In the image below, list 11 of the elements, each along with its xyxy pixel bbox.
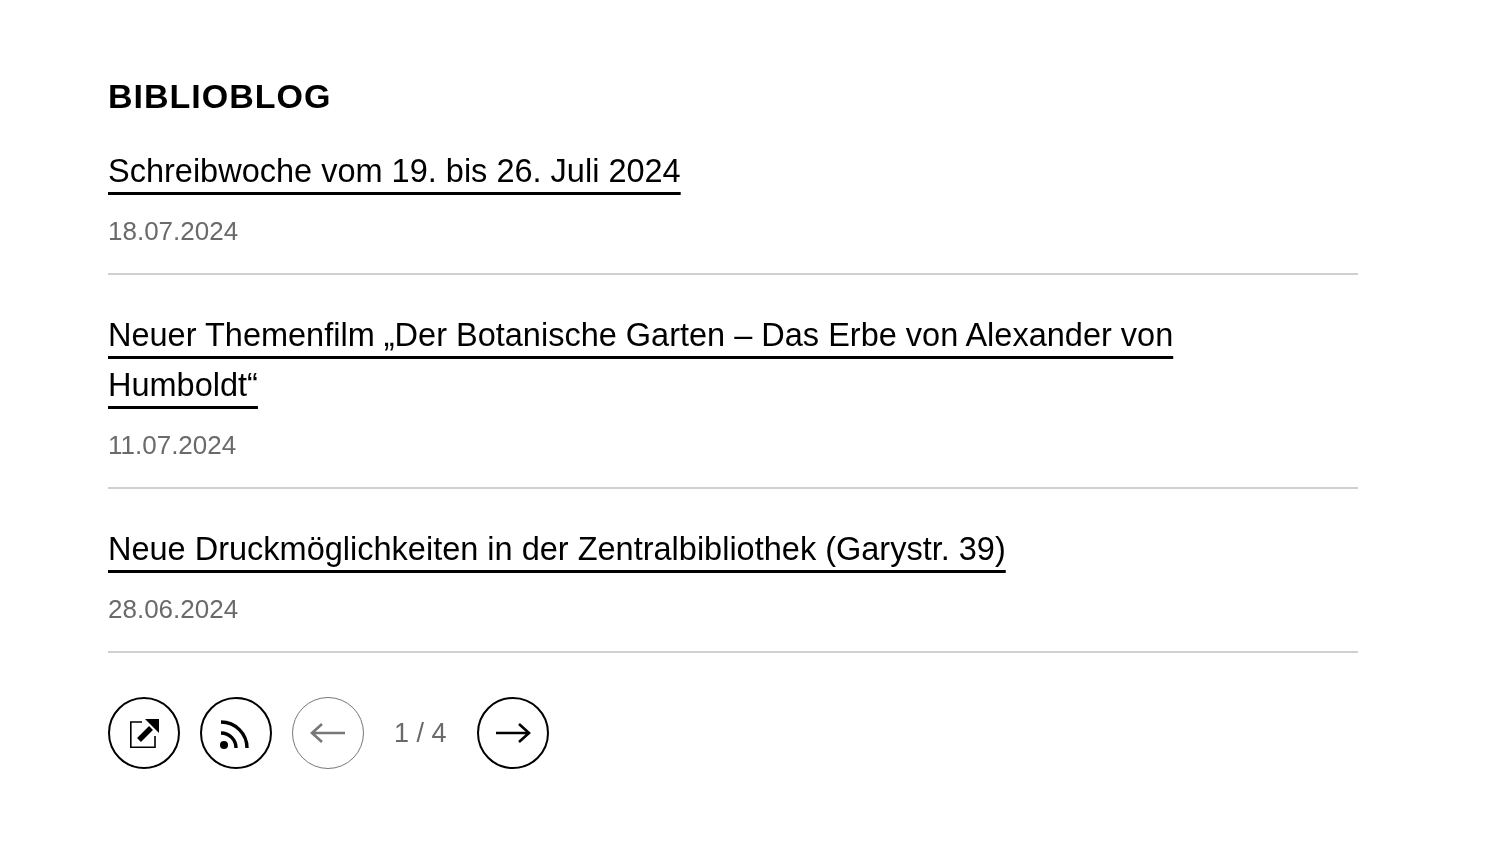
share-icon xyxy=(128,717,160,749)
post-title-link[interactable]: Neue Druckmöglichkeiten in der Zentralbibliothek (Garystr. 39) xyxy=(108,524,1006,574)
page-indicator: 1 / 4 xyxy=(393,717,448,749)
left-arrow-icon xyxy=(310,722,346,744)
post-date: 11.07.2024 xyxy=(108,430,237,460)
right-arrow-icon xyxy=(494,722,531,744)
post-title-link[interactable]: Neuer Themenfilm „Der Botanische Garten – Das Erbe von Alexander von Humboldt“ xyxy=(108,310,1268,410)
post-title-link[interactable]: Schreibwoche vom 19. bis 26. Juli 2024 xyxy=(108,146,681,196)
post-date: 18.07.2024 xyxy=(108,216,239,246)
section-heading: BIBLIOBLOG xyxy=(108,76,332,116)
post-date: 28.06.2024 xyxy=(108,594,239,624)
